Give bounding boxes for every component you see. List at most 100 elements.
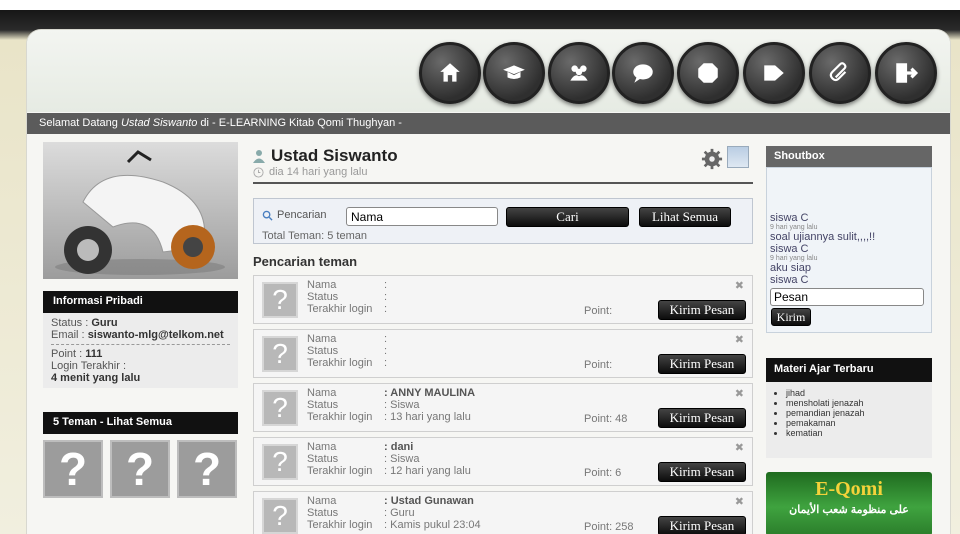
profile-rule <box>253 182 753 184</box>
login-value: : 12 hari yang lalu <box>384 465 471 477</box>
point-value: Point: 258 <box>584 521 634 533</box>
shoutbox-messages: siswa C 9 hari yang lalu soal ujiannya s… <box>770 212 928 292</box>
materi-title: Materi Ajar Terbaru <box>766 358 932 382</box>
shoutbox-title: Shoutbox <box>766 146 932 167</box>
settings-icon[interactable] <box>701 148 723 173</box>
view-all-button[interactable]: Lihat Semua <box>639 207 731 227</box>
friend-avatar[interactable]: ? <box>110 440 170 498</box>
friend-row: ? Nama Status Terakhir login::: Point: ✖ Kirim… <box>253 329 753 378</box>
login-label: Terakhir login <box>307 357 373 369</box>
shout-input[interactable] <box>770 288 924 306</box>
send-message-button[interactable]: Kirim Pesan <box>658 462 746 482</box>
email-label: Email : <box>51 329 88 341</box>
eqomi-banner[interactable]: E-Qomi على منظومة شعب الأيمان <box>766 472 932 534</box>
remove-friend-icon[interactable]: ✖ <box>735 279 744 292</box>
remove-friend-icon[interactable]: ✖ <box>735 387 744 400</box>
login-label: Login Terakhir : <box>51 360 127 372</box>
login-label: Terakhir login <box>307 465 373 477</box>
status-value: : <box>384 291 388 303</box>
login-label: Terakhir login <box>307 411 373 423</box>
login-value: : Kamis pukul 23:04 <box>384 519 481 531</box>
search-panel: Pencarian Cari Lihat Semua Total Teman: … <box>253 198 753 244</box>
shout-message: soal ujiannya sulit,,,,!! <box>770 231 876 243</box>
friend-avatar-icon[interactable]: ? <box>262 336 298 372</box>
friend-row: ? Nama Status Terakhir login : dani: Siswa: … <box>253 437 753 486</box>
paperclip-icon[interactable] <box>809 42 871 104</box>
materi-list: jihadmensholati jenazahpemandian jenazah… <box>786 388 928 438</box>
friends-title[interactable]: 5 Teman - Lihat Semua <box>43 412 238 434</box>
friend-avatar-icon[interactable]: ? <box>262 498 298 534</box>
status-label: Status <box>307 291 339 303</box>
materi-item[interactable]: pemandian jenazah <box>786 408 928 418</box>
search-input[interactable] <box>346 207 498 226</box>
tag-icon[interactable] <box>743 42 805 104</box>
friend-avatar-icon[interactable]: ? <box>262 282 298 318</box>
login-value: : <box>384 357 388 369</box>
nama-label: Nama <box>307 279 337 291</box>
remove-friend-icon[interactable]: ✖ <box>735 333 744 346</box>
point-label: Point : <box>51 348 86 360</box>
total-friends: Total Teman: 5 teman <box>262 230 367 242</box>
materi-item[interactable]: kematian <box>786 428 928 438</box>
shout-time: 9 hari yang lalu <box>770 255 818 262</box>
profile-name-text: Ustad Siswanto <box>271 146 398 165</box>
profile-photo <box>43 142 238 279</box>
status-value: : Siswa <box>384 453 420 465</box>
shout-user: siswa C <box>770 243 809 255</box>
login-value: 4 menit yang lalu <box>51 372 141 384</box>
group-icon[interactable] <box>548 42 610 104</box>
shout-user: siswa C <box>770 274 809 286</box>
teacher-icon[interactable] <box>483 42 545 104</box>
send-message-button[interactable]: Kirim Pesan <box>658 300 746 320</box>
materi-item[interactable]: pemakaman <box>786 418 928 428</box>
page-frame: Selamat Datang Ustad Siswanto di - E-LEA… <box>27 30 950 534</box>
nama-value: : dani <box>384 441 414 453</box>
info-title: Informasi Pribadi <box>43 291 238 313</box>
friend-avatar[interactable]: ? <box>43 440 103 498</box>
status-label: Status <box>307 453 339 465</box>
edit-profile-icon[interactable] <box>727 146 749 168</box>
right-column: Shoutbox siswa C 9 hari yang lalu soal u… <box>766 146 932 534</box>
shout-send-button[interactable]: Kirim <box>771 308 811 326</box>
divider <box>51 344 230 345</box>
send-message-button[interactable]: Kirim Pesan <box>658 354 746 374</box>
remove-friend-icon[interactable]: ✖ <box>735 441 744 454</box>
shout-time: 9 hari yang lalu <box>770 224 818 231</box>
nama-label: Nama <box>307 441 337 453</box>
header <box>27 30 950 112</box>
search-label-text: Pencarian <box>277 209 327 221</box>
welcome-user: Ustad Siswanto <box>120 117 198 129</box>
user-icon <box>253 150 265 163</box>
home-icon[interactable] <box>419 42 481 104</box>
box-icon[interactable] <box>677 42 739 104</box>
status-value: Guru <box>91 317 118 329</box>
banner-subtitle: على منظومة شعب الأيمان <box>789 504 909 516</box>
friend-avatar-icon[interactable]: ? <box>262 444 298 480</box>
status-label: Status : <box>51 317 92 329</box>
status-label: Status <box>307 399 339 411</box>
materi-item[interactable]: jihad <box>786 388 928 398</box>
status-value: : Siswa <box>384 399 420 411</box>
friend-avatar-icon[interactable]: ? <box>262 390 298 426</box>
point-value: Point: <box>584 305 613 317</box>
left-column: Informasi Pribadi Status : Guru Email : … <box>43 142 238 498</box>
send-message-button[interactable]: Kirim Pesan <box>658 408 746 428</box>
search-button[interactable]: Cari <box>506 207 629 227</box>
status-label: Status <box>307 345 339 357</box>
friend-row: ? Nama Status Terakhir login: ANNY MAULINA:… <box>253 383 753 432</box>
chat-bubble-icon[interactable] <box>612 42 674 104</box>
friend-row: ? Nama Status Terakhir login: Ustad Gunawan… <box>253 491 753 534</box>
profile-name: Ustad Siswanto <box>253 146 753 166</box>
login-label: Terakhir login <box>307 519 373 531</box>
friend-avatar[interactable]: ? <box>177 440 237 498</box>
materi-item[interactable]: mensholati jenazah <box>786 398 928 408</box>
profile-time-text: dia 14 hari yang lalu <box>269 166 368 178</box>
info-panel: Status : Guru Email : siswanto-mlg@telko… <box>43 313 238 388</box>
nama-label: Nama <box>307 333 337 345</box>
remove-friend-icon[interactable]: ✖ <box>735 495 744 508</box>
friend-row: ? Nama Status Terakhir login::: Point: ✖ Kirim… <box>253 275 753 324</box>
welcome-suffix: di - E-LEARNING Kitab Qomi Thughyan - <box>197 117 402 129</box>
send-message-button[interactable]: Kirim Pesan <box>658 516 746 534</box>
logout-icon[interactable] <box>875 42 937 104</box>
friends-grid: ? ? ? <box>43 434 238 498</box>
